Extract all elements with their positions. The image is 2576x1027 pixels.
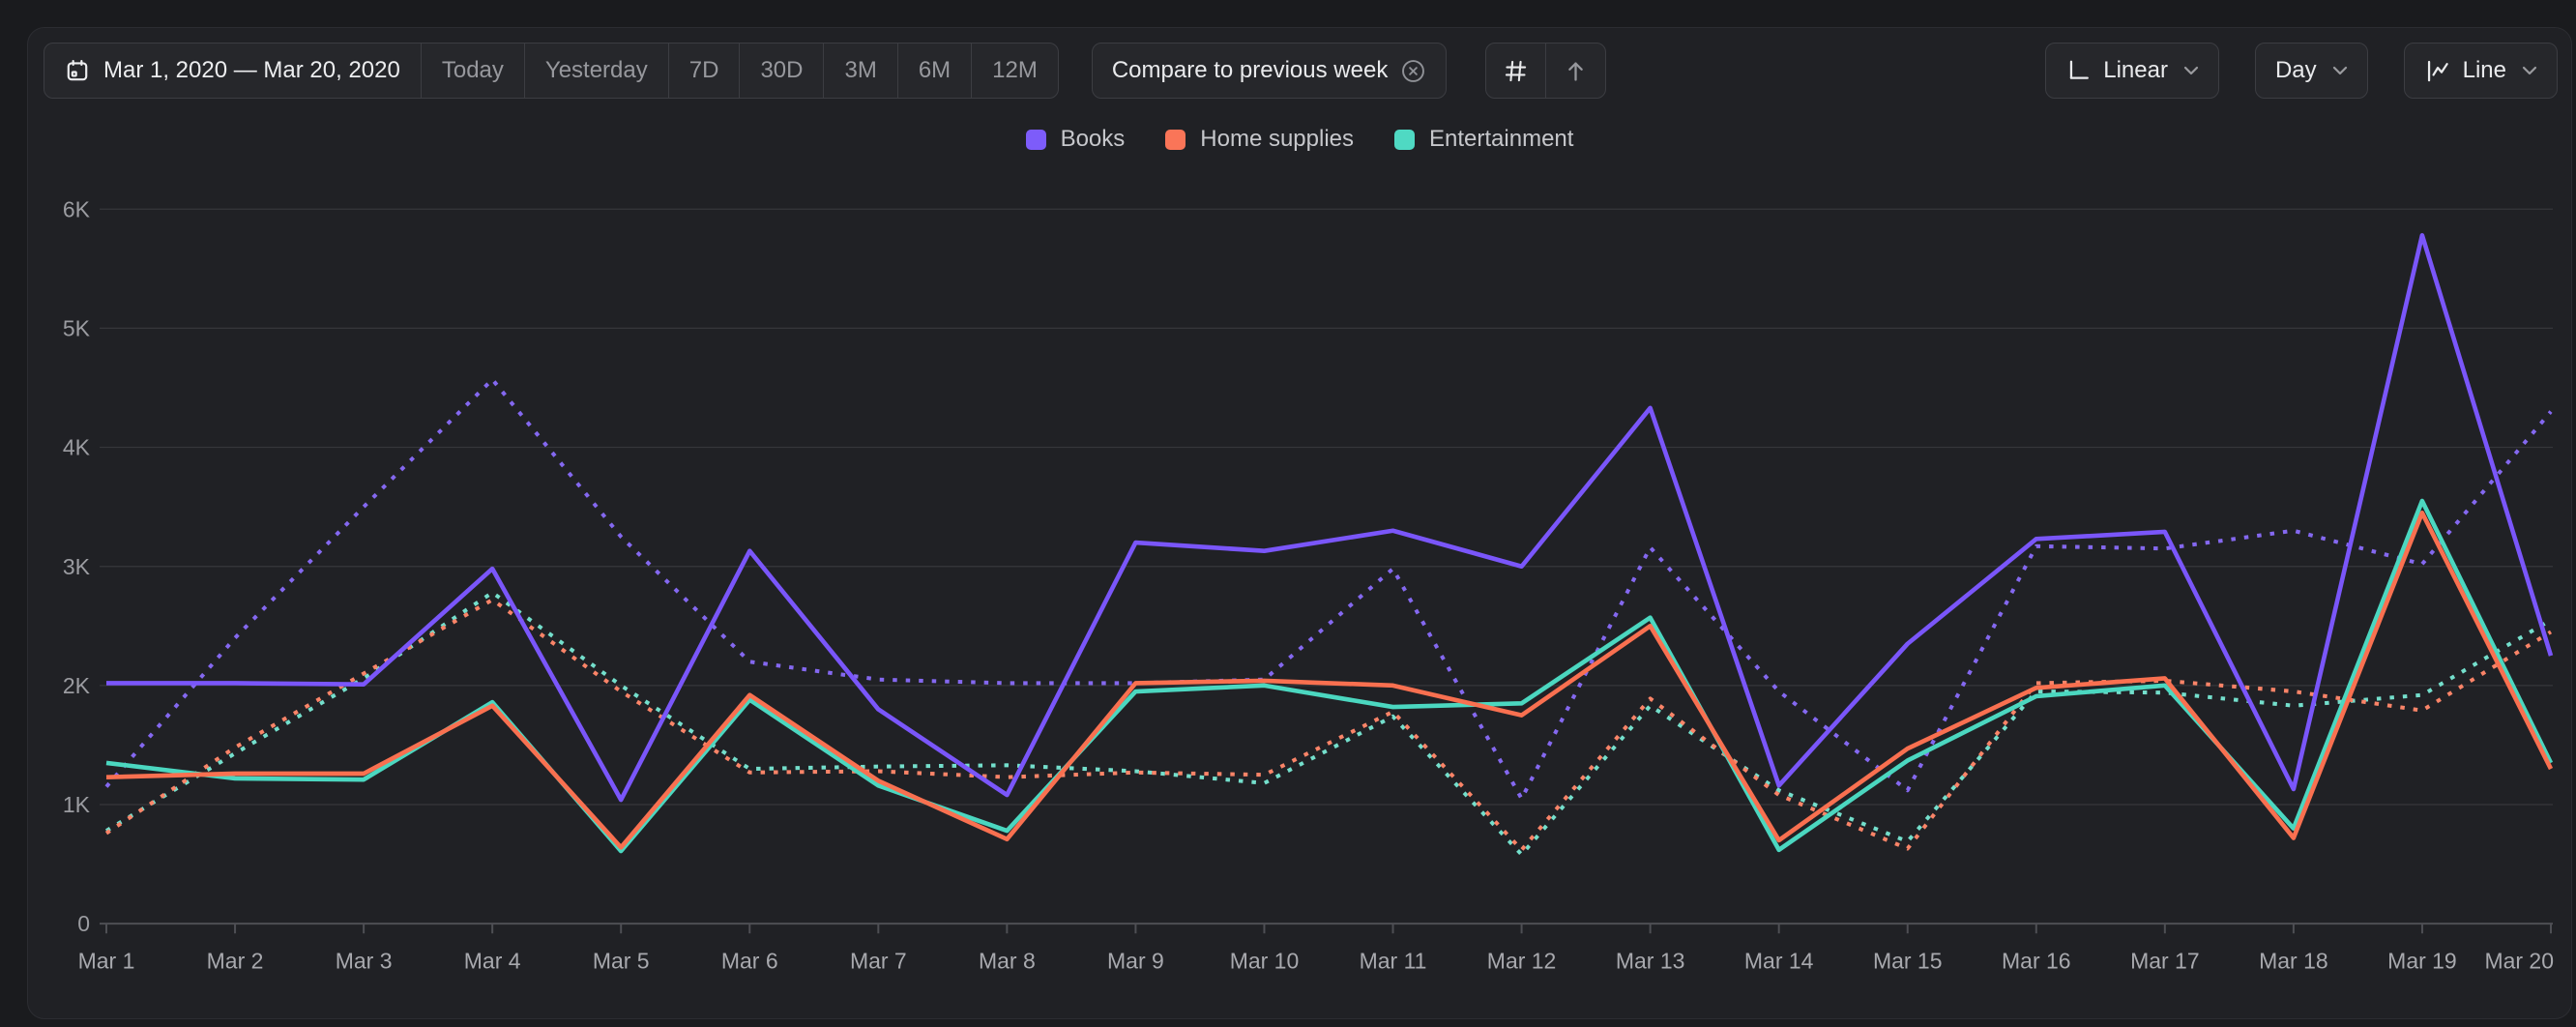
legend-chip <box>1394 130 1415 150</box>
legend: Books Home supplies Entertainment <box>28 124 2571 155</box>
date-range-button[interactable]: Mar 1, 2020 — Mar 20, 2020 <box>44 44 422 98</box>
preset-6m[interactable]: 6M <box>898 44 972 98</box>
legend-label: Entertainment <box>1429 126 1573 153</box>
compare-to-previous-week-button[interactable]: Compare to previous week <box>1092 43 1447 99</box>
y-tick-label: 6K <box>63 196 91 221</box>
x-tick-label: Mar 9 <box>1107 948 1164 973</box>
close-circle-icon[interactable] <box>1400 58 1426 84</box>
x-tick-label: Mar 5 <box>593 948 650 973</box>
axis-icon <box>2065 58 2091 83</box>
date-range-label: Mar 1, 2020 — Mar 20, 2020 <box>103 57 400 84</box>
x-tick-label: Mar 15 <box>1873 948 1943 973</box>
x-tick-label: Mar 12 <box>1487 948 1557 973</box>
toolbar: Mar 1, 2020 — Mar 20, 2020 Today Yesterd… <box>28 28 2571 99</box>
scale-label: Linear <box>2103 57 2168 84</box>
x-tick-label: Mar 19 <box>2387 948 2457 973</box>
preset-12m[interactable]: 12M <box>972 44 1058 98</box>
preset-3m[interactable]: 3M <box>824 44 897 98</box>
chart-svg: 0 1K 2K 3K 4K 5K 6K Mar 1 Mar 2 Mar 3 Mar 4 Mar 5 Ma… <box>28 181 2571 1012</box>
chart-type-dropdown[interactable]: Line <box>2404 43 2558 99</box>
grid-values-button[interactable] <box>1486 44 1545 98</box>
legend-item-books[interactable]: Books <box>1026 126 1126 153</box>
x-tick-label: Mar 18 <box>2259 948 2328 973</box>
x-tick-label: Mar 17 <box>2130 948 2200 973</box>
chevron-down-icon <box>2183 66 2199 75</box>
x-tick-label: Mar 10 <box>1230 948 1300 973</box>
series-entertainment-previous-week[interactable] <box>106 593 2551 855</box>
hash-icon <box>1503 58 1529 84</box>
arrow-up-icon <box>1563 58 1589 84</box>
preset-today[interactable]: Today <box>422 44 525 98</box>
compare-label: Compare to previous week <box>1112 57 1388 84</box>
x-tick-label: Mar 2 <box>207 948 264 973</box>
legend-label: Books <box>1061 126 1126 153</box>
legend-label: Home supplies <box>1200 126 1354 153</box>
preset-7d[interactable]: 7D <box>669 44 741 98</box>
legend-item-home-supplies[interactable]: Home supplies <box>1165 126 1354 153</box>
y-tick-label: 1K <box>63 792 91 817</box>
line-chart: 0 1K 2K 3K 4K 5K 6K Mar 1 Mar 2 Mar 3 Mar 4 Mar 5 Ma… <box>28 181 2571 1012</box>
y-tick-label: 0 <box>77 911 90 936</box>
preset-30d[interactable]: 30D <box>740 44 824 98</box>
series-home-supplies-previous-week[interactable] <box>106 600 2551 850</box>
chart-type-label: Line <box>2463 57 2506 84</box>
series-home-supplies[interactable] <box>106 513 2551 847</box>
series-entertainment[interactable] <box>106 501 2551 851</box>
interval-label: Day <box>2275 57 2317 84</box>
x-tick-label: Mar 16 <box>2002 948 2071 973</box>
y-tick-label: 3K <box>63 554 91 579</box>
date-range-control: Mar 1, 2020 — Mar 20, 2020 Today Yesterd… <box>44 43 1059 99</box>
x-tick-label: Mar 13 <box>1616 948 1685 973</box>
chevron-down-icon <box>2522 66 2537 75</box>
x-tick-label: Mar 7 <box>850 948 907 973</box>
x-tick-label: Mar 20 <box>2484 948 2554 973</box>
calendar-icon <box>65 58 90 83</box>
x-tick-label: Mar 1 <box>78 948 135 973</box>
chart-card: Mar 1, 2020 — Mar 20, 2020 Today Yesterd… <box>27 27 2572 1019</box>
chart-options: Linear Day Line <box>2045 43 2558 99</box>
y-tick-label: 5K <box>63 315 91 340</box>
legend-item-entertainment[interactable]: Entertainment <box>1394 126 1573 153</box>
x-tick-label: Mar 11 <box>1360 948 1427 973</box>
line-chart-icon <box>2424 58 2450 84</box>
y-tick-label: 4K <box>63 435 91 460</box>
preset-yesterday[interactable]: Yesterday <box>525 44 669 98</box>
x-tick-label: Mar 4 <box>464 948 521 973</box>
export-button[interactable] <box>1545 44 1605 98</box>
legend-chip <box>1165 130 1186 150</box>
x-tick-label: Mar 6 <box>721 948 778 973</box>
interval-dropdown[interactable]: Day <box>2255 43 2368 99</box>
x-tick-label: Mar 14 <box>1744 948 1814 973</box>
y-tick-label: 2K <box>63 673 91 698</box>
chevron-down-icon <box>2332 66 2348 75</box>
scale-dropdown[interactable]: Linear <box>2045 43 2219 99</box>
view-toggle-group <box>1485 43 1606 99</box>
x-tick-label: Mar 3 <box>336 948 393 973</box>
legend-chip <box>1026 130 1046 150</box>
x-tick-label: Mar 8 <box>979 948 1036 973</box>
